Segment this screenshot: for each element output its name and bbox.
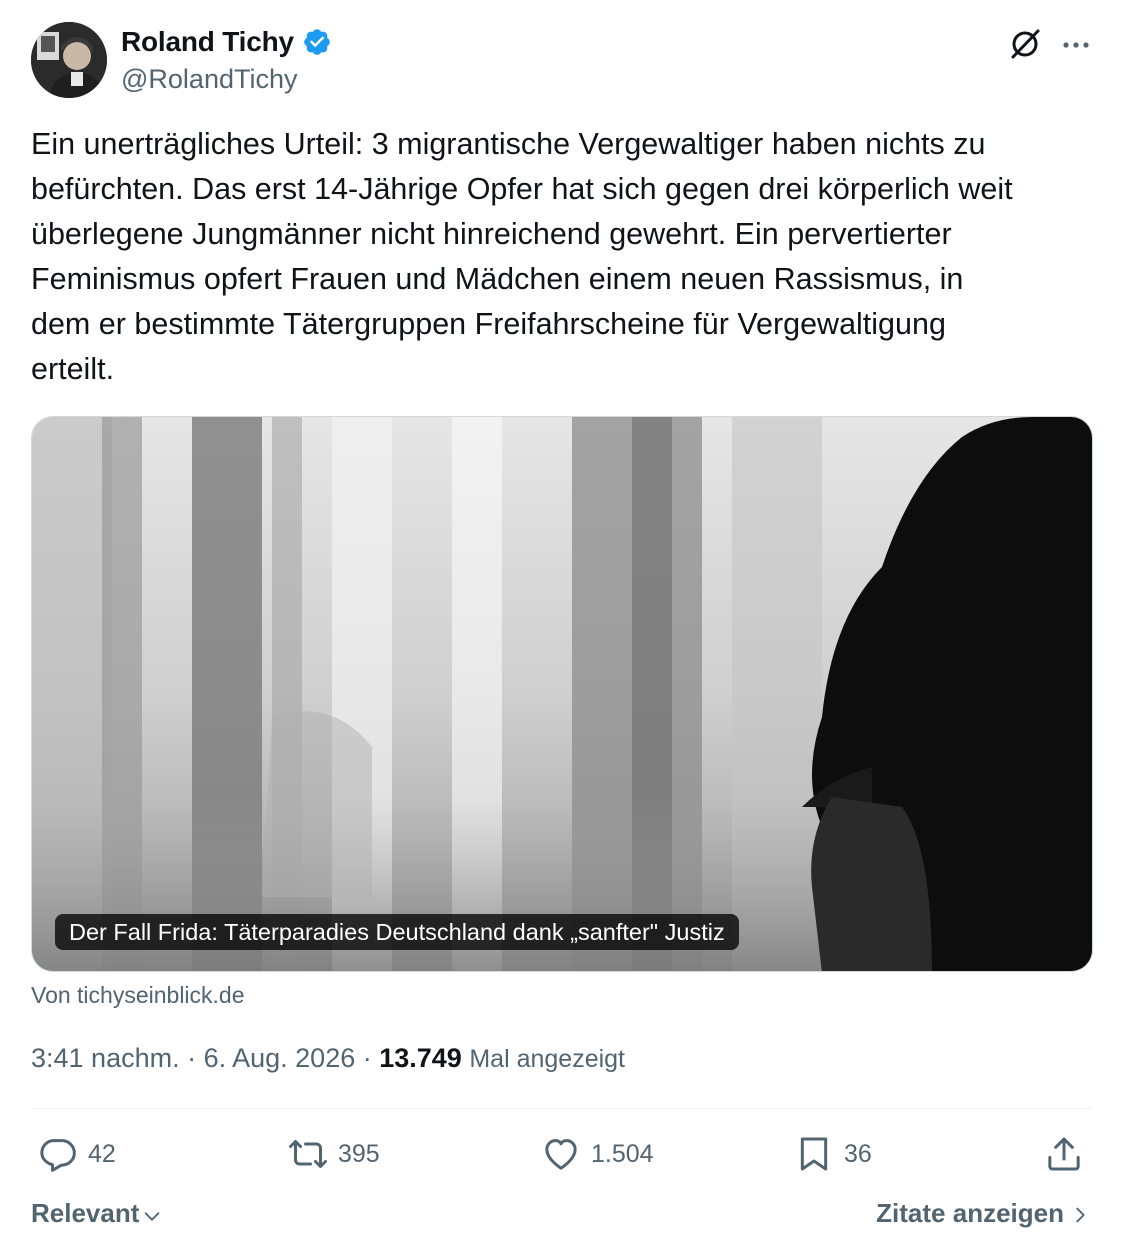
heart-icon	[545, 1139, 577, 1170]
bookmark-icon	[800, 1137, 828, 1171]
reply-icon	[40, 1139, 76, 1172]
avatar[interactable]	[31, 22, 107, 98]
grok-icon[interactable]	[1007, 26, 1043, 62]
link-card[interactable]: Der Fall Frida: Täterparadies Deutschlan…	[31, 416, 1093, 972]
views-count: 13.749	[379, 1043, 462, 1073]
repost-count: 395	[338, 1139, 380, 1168]
tweet-date[interactable]: 6. Aug. 2026	[204, 1043, 356, 1073]
views-label: Mal angezeigt	[469, 1045, 625, 1073]
reply-count: 42	[88, 1139, 116, 1168]
bookmark-button[interactable]: 36	[794, 1131, 872, 1177]
author-name[interactable]: Roland Tichy	[121, 26, 294, 58]
link-card-title: Der Fall Frida: Täterparadies Deutschlan…	[55, 914, 739, 950]
bookmark-count: 36	[844, 1139, 872, 1168]
quotes-label: Zitate anzeigen	[876, 1198, 1064, 1228]
sort-label: Relevant	[31, 1198, 140, 1228]
repost-button[interactable]: 395	[288, 1131, 380, 1177]
tweet-header: Roland Tichy @RolandTichy	[31, 22, 1093, 100]
view-quotes-link[interactable]: Zitate anzeigen	[876, 1198, 1090, 1229]
tweet-time[interactable]: 3:41 nachm.	[31, 1043, 180, 1073]
tweet-meta: 3:41 nachm. · 6. Aug. 2026 · 13.749 Mal …	[31, 1043, 625, 1074]
divider	[31, 1108, 1093, 1109]
card-image	[32, 417, 1092, 971]
meta-separator: ·	[355, 1043, 380, 1073]
reply-button[interactable]: 42	[38, 1131, 116, 1177]
link-card-source[interactable]: Von tichyseinblick.de	[31, 982, 245, 1009]
chevron-down-icon	[145, 1211, 160, 1221]
share-icon	[1048, 1137, 1080, 1171]
like-count: 1.504	[591, 1139, 654, 1168]
verified-badge-icon	[304, 29, 330, 55]
sort-dropdown[interactable]: Relevant	[31, 1198, 163, 1229]
tweet-text: Ein unerträgliches Urteil: 3 migrantisch…	[31, 127, 1013, 386]
repost-icon	[289, 1140, 327, 1168]
share-button[interactable]	[1044, 1131, 1084, 1177]
meta-separator: ·	[179, 1043, 204, 1073]
author-handle[interactable]: @RolandTichy	[121, 64, 297, 95]
like-button[interactable]: 1.504	[541, 1131, 654, 1177]
more-options-icon[interactable]	[1059, 28, 1093, 62]
chevron-right-icon	[1076, 1207, 1085, 1223]
